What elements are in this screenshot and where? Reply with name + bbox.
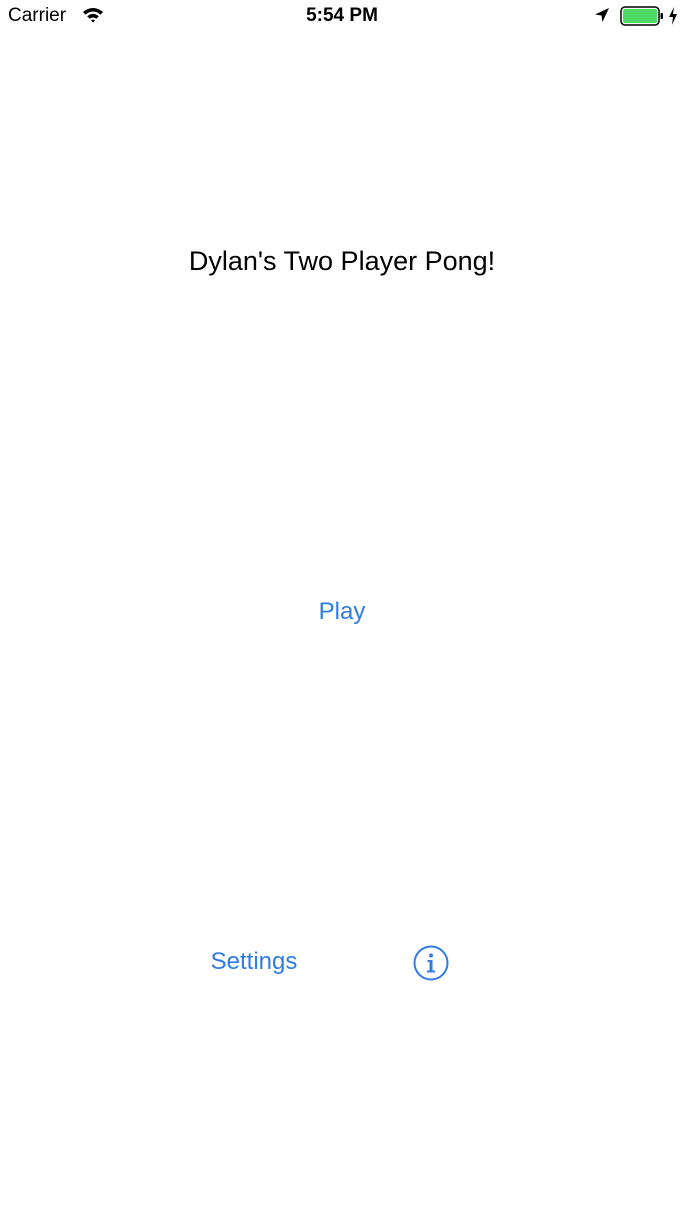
- charging-icon: [668, 6, 678, 31]
- status-bar: Carrier 5:54 PM: [0, 0, 684, 40]
- location-icon: [594, 7, 610, 28]
- settings-button[interactable]: Settings: [190, 948, 318, 976]
- play-button[interactable]: Play: [0, 598, 684, 626]
- info-icon[interactable]: [413, 945, 449, 981]
- game-title: Dylan's Two Player Pong!: [188, 246, 496, 276]
- battery-icon: [620, 6, 664, 31]
- status-time: 5:54 PM: [306, 5, 378, 26]
